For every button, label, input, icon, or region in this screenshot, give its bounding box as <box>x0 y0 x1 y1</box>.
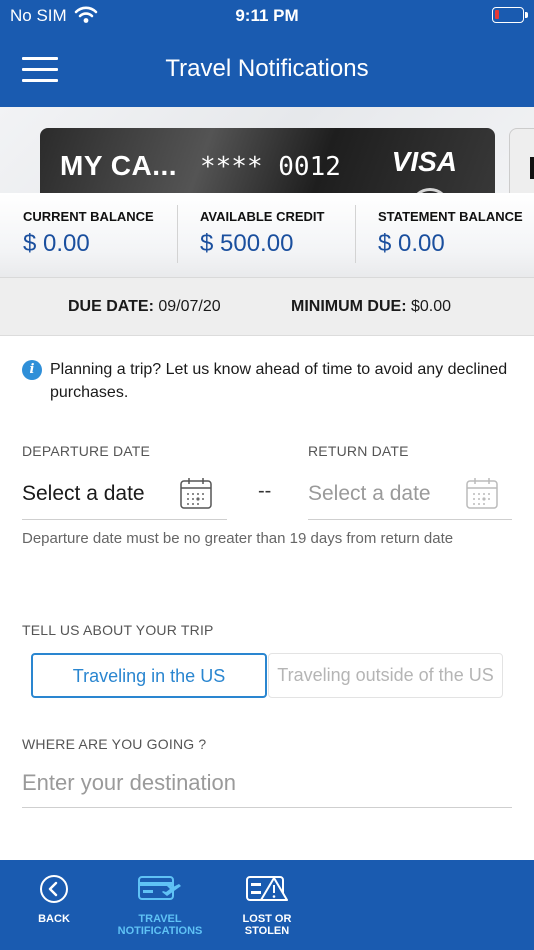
minimum-due-label: MINIMUM DUE: <box>291 298 407 315</box>
date-hint: Departure date must be no greater than 1… <box>22 530 454 547</box>
clock: 9:11 PM <box>235 6 299 25</box>
due-summary: DUE DATE: 09/07/20 MINIMUM DUE: $0.00 <box>0 278 534 336</box>
nav-bar: Travel Notifications <box>0 32 534 107</box>
travel-card-icon <box>110 874 210 907</box>
visa-logo: VISA <box>391 146 457 177</box>
minimum-due: MINIMUM DUE: $0.00 <box>291 298 451 316</box>
lost-or-stolen-tab[interactable]: LOST OR STOLEN <box>232 874 302 937</box>
next-card-peek[interactable] <box>509 128 534 193</box>
divider <box>177 205 178 263</box>
warning-card-icon <box>232 874 302 907</box>
travel-notifications-tab[interactable]: TRAVEL NOTIFICATIONS <box>110 874 210 937</box>
due-date-label: DUE DATE: <box>68 298 154 315</box>
page-title: Travel Notifications <box>165 55 369 82</box>
date-range-separator: -- <box>258 480 272 502</box>
destination-label: WHERE ARE YOU GOING ? <box>22 736 207 752</box>
destination-input[interactable]: Enter your destination <box>22 760 512 808</box>
minimum-due-value: $0.00 <box>411 298 452 315</box>
current-balance-label: CURRENT BALANCE <box>23 209 154 224</box>
travel-tab-label-2: NOTIFICATIONS <box>117 925 203 937</box>
status-bar: No SIM 9:11 PM <box>0 0 534 32</box>
statement-balance-label: STATEMENT BALANCE <box>378 209 523 224</box>
traveling-in-us-option[interactable]: Traveling in the US <box>31 653 267 698</box>
due-date-value: 09/07/20 <box>158 298 221 315</box>
return-date-placeholder: Select a date <box>308 482 431 505</box>
current-balance: CURRENT BALANCE $ 0.00 <box>23 209 154 258</box>
return-date-label: RETURN DATE <box>308 443 409 459</box>
available-credit-value: $ 500.00 <box>200 230 294 257</box>
due-date: DUE DATE: 09/07/20 <box>68 298 221 316</box>
card-number: **** 0012 <box>200 152 341 182</box>
back-arrow-icon <box>22 874 86 907</box>
lost-tab-label-1: LOST OR <box>242 913 292 925</box>
destination-placeholder: Enter your destination <box>22 770 237 795</box>
traveling-outside-us-option[interactable]: Traveling outside of the US <box>268 653 503 698</box>
balance-summary: CURRENT BALANCE $ 0.00 AVAILABLE CREDIT … <box>0 193 534 278</box>
calendar-icon[interactable] <box>465 476 499 510</box>
back-tab[interactable]: BACK <box>22 874 86 925</box>
trip-type-label: TELL US ABOUT YOUR TRIP <box>22 622 214 638</box>
travel-tab-label-1: TRAVEL <box>138 913 182 925</box>
statement-balance-value: $ 0.00 <box>378 230 445 257</box>
departure-date-value: Select a date <box>22 482 145 505</box>
lost-tab-label-2: STOLEN <box>244 925 290 937</box>
card-name: MY CA... <box>60 150 178 181</box>
card-carousel[interactable]: MY CA... **** 0012 VISA <box>0 107 534 193</box>
statement-balance: STATEMENT BALANCE $ 0.00 <box>378 209 523 258</box>
return-date-field[interactable]: Select a date <box>308 470 512 520</box>
info-icon: i <box>22 360 42 380</box>
available-credit-label: AVAILABLE CREDIT <box>200 209 325 224</box>
info-text: Planning a trip? Let us know ahead of ti… <box>50 361 508 401</box>
bottom-tab-bar: BACK TRAVEL NOTIFICATIONS LOST OR STOLEN <box>0 860 534 950</box>
credit-card[interactable]: MY CA... **** 0012 VISA <box>40 128 495 193</box>
current-balance-value: $ 0.00 <box>23 230 90 257</box>
departure-date-label: DEPARTURE DATE <box>22 443 151 459</box>
departure-date-field[interactable]: Select a date <box>22 470 227 520</box>
info-message: i Planning a trip? Let us know ahead of … <box>22 358 512 404</box>
battery-low-icon <box>492 7 528 23</box>
divider <box>355 205 356 263</box>
back-tab-label: BACK <box>38 913 70 925</box>
calendar-icon[interactable] <box>179 476 213 510</box>
available-credit: AVAILABLE CREDIT $ 500.00 <box>200 209 324 258</box>
